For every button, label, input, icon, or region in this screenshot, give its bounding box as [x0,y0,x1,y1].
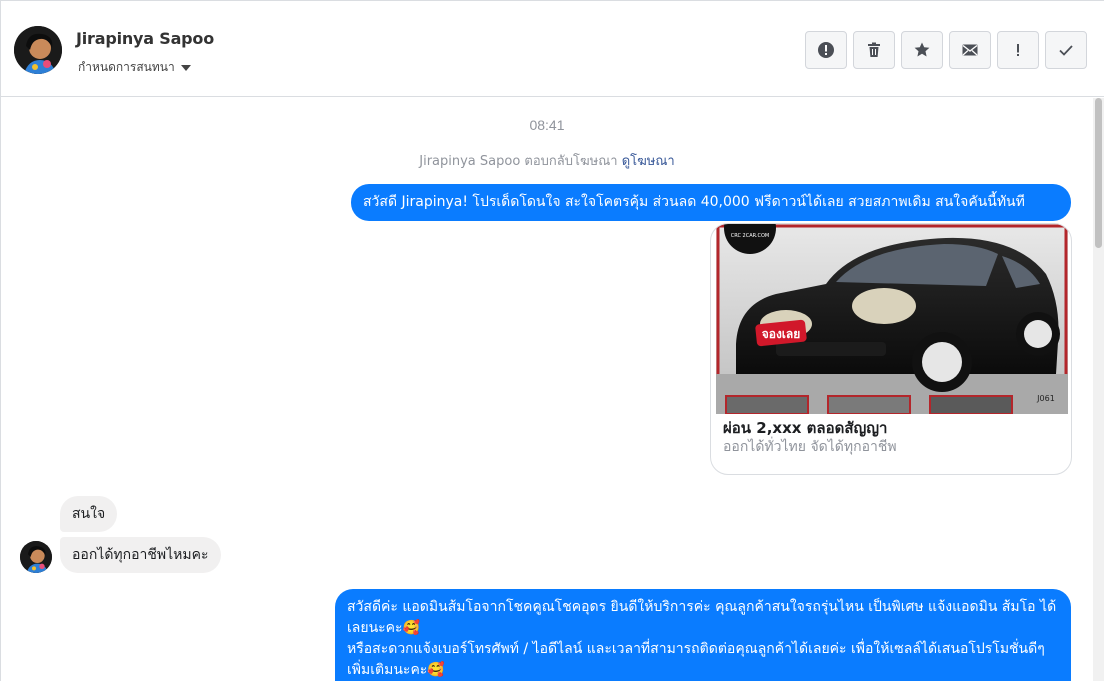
ad-card-subtitle: ออกได้ทั่วไทย จัดได้ทุกอาชีพ [723,439,897,455]
view-ad-link[interactable]: ดูโฆษณา [622,154,675,169]
star-icon [914,42,930,57]
contact-avatar[interactable] [14,26,62,74]
alert-circle-icon [818,42,834,58]
delete-button[interactable] [853,31,895,69]
outgoing-message[interactable]: สวัสดี Jirapinya! โปรเด็ดโดนใจ สะใจโคตรค… [351,184,1071,221]
contact-avatar-small [20,541,52,573]
message-timestamp: 08:41 [529,117,565,133]
check-icon [1059,45,1073,56]
message-thread[interactable]: 08:41 Jirapinya Sapoo ตอบกลับโฆษณา ดูโฆษ… [1,98,1093,681]
report-button[interactable] [805,31,847,69]
header-actions [805,31,1087,69]
ad-image-badge: จองเลย [762,327,801,341]
conversation-header: Jirapinya Sapoo กำหนดการสนทนา [1,1,1104,97]
outgoing-message[interactable]: สวัสดีค่ะ แอดมินส้มโอจากโชคคูณโชคอุดร ยิ… [335,589,1071,681]
scrollbar-thumb[interactable] [1095,98,1102,248]
message-line: หรือสะดวกแจ้งเบอร์โทรศัพท์ / ไอดีไลน์ แล… [347,641,1045,678]
thread-scrollbar[interactable] [1093,98,1104,681]
incoming-message[interactable]: ออกได้ทุกอาชีพไหมคะ [60,537,221,573]
mark-unread-button[interactable] [949,31,991,69]
ad-reply-text: Jirapinya Sapoo ตอบกลับโฆษณา [419,154,618,169]
envelope-icon [962,44,978,56]
ad-image-logo: CRC 2CAR.COM [731,233,770,239]
trash-icon [868,42,880,57]
ad-car-image[interactable]: จองเลย CRC 2CAR.COM J061 [716,224,1068,414]
caret-down-icon [180,65,191,71]
contact-name: Jirapinya Sapoo [76,29,215,48]
ad-reply-note: Jirapinya Sapoo ตอบกลับโฆษณา ดูโฆษณา [1,150,1093,171]
exclamation-icon [1017,44,1019,56]
ad-image-code: J061 [1036,394,1055,403]
assign-label: กำหนดการสนทนา [78,60,175,74]
star-button[interactable] [901,31,943,69]
assign-conversation-dropdown[interactable]: กำหนดการสนทนา [78,58,191,77]
mark-spam-button[interactable] [997,31,1039,69]
incoming-message[interactable]: สนใจ [60,496,118,532]
mark-done-button[interactable] [1045,31,1087,69]
ad-card[interactable]: จองเลย CRC 2CAR.COM J061 ผ่อน 2,xxx ตลอด… [710,223,1072,475]
message-line: สวัสดีค่ะ แอดมินส้มโอจากโชคคูณโชคอุดร ยิ… [347,599,1057,636]
